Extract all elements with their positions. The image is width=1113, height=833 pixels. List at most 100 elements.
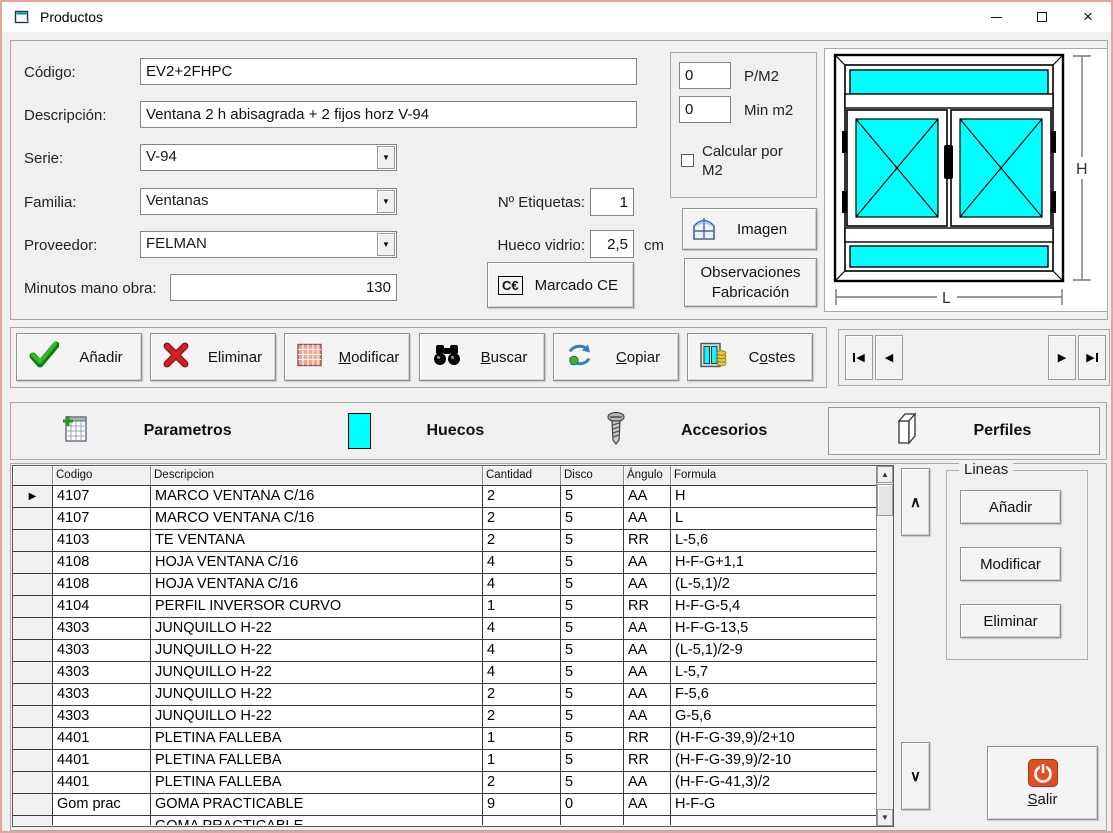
- codigo-input[interactable]: [140, 58, 637, 85]
- table-cell[interactable]: 9: [483, 794, 561, 815]
- table-cell[interactable]: 4108: [53, 552, 151, 573]
- row-indicator[interactable]: [13, 794, 53, 815]
- table-cell[interactable]: 4303: [53, 618, 151, 639]
- table-cell[interactable]: AA: [624, 618, 671, 639]
- table-row[interactable]: 4303JUNQUILLO H-2245AA(L-5,1)/2-9: [13, 640, 893, 662]
- table-cell[interactable]: MARCO VENTANA C/16: [151, 508, 483, 529]
- table-cell[interactable]: JUNQUILLO H-22: [151, 640, 483, 661]
- table-cell[interactable]: 4401: [53, 750, 151, 771]
- table-row[interactable]: 4103TE VENTANA25RRL-5,6: [13, 530, 893, 552]
- row-indicator[interactable]: [13, 706, 53, 727]
- table-cell[interactable]: H: [671, 486, 877, 507]
- table-cell[interactable]: 5: [561, 574, 624, 595]
- table-cell[interactable]: (L-5,1)/2-9: [671, 640, 877, 661]
- table-cell[interactable]: 5: [561, 706, 624, 727]
- hueco-vidrio-input[interactable]: [590, 230, 634, 258]
- table-row[interactable]: 4303JUNQUILLO H-2245AAH-F-G-13,5: [13, 618, 893, 640]
- table-cell[interactable]: F-5,6: [671, 684, 877, 705]
- table-row[interactable]: 4401PLETINA FALLEBA25AA(H-F-G-41,3)/2: [13, 772, 893, 794]
- row-indicator[interactable]: [13, 772, 53, 793]
- table-cell[interactable]: 2: [483, 706, 561, 727]
- table-cell[interactable]: PLETINA FALLEBA: [151, 772, 483, 793]
- table-cell[interactable]: RR: [624, 596, 671, 617]
- table-cell[interactable]: (H-F-G-39,9)/2+10: [671, 728, 877, 749]
- eliminar-button[interactable]: Eliminar: [150, 333, 276, 381]
- row-indicator[interactable]: [13, 574, 53, 595]
- table-cell[interactable]: 4303: [53, 684, 151, 705]
- table-cell[interactable]: 4401: [53, 728, 151, 749]
- table-cell[interactable]: 4: [483, 618, 561, 639]
- table-row[interactable]: 4107MARCO VENTANA C/1625AAL: [13, 508, 893, 530]
- table-cell[interactable]: JUNQUILLO H-22: [151, 684, 483, 705]
- grid-vertical-scrollbar[interactable]: ▲ ▼: [876, 466, 893, 826]
- table-row[interactable]: 4401PLETINA FALLEBA15RR(H-F-G-39,9)/2+10: [13, 728, 893, 750]
- imagen-button[interactable]: Imagen: [682, 208, 817, 250]
- table-cell[interactable]: 4303: [53, 706, 151, 727]
- nav-prev-button[interactable]: ◀: [875, 335, 903, 380]
- table-cell[interactable]: 4303: [53, 662, 151, 683]
- costes-button[interactable]: Costes: [687, 333, 813, 381]
- modificar-button[interactable]: Modificar: [284, 333, 410, 381]
- table-cell[interactable]: AA: [624, 684, 671, 705]
- table-cell[interactable]: 5: [561, 552, 624, 573]
- table-cell[interactable]: 2: [483, 530, 561, 551]
- lineas-anadir-button[interactable]: Añadir: [960, 490, 1061, 524]
- chevron-down-icon[interactable]: ▼: [377, 190, 395, 213]
- table-row[interactable]: 4303JUNQUILLO H-2225AAF-5,6: [13, 684, 893, 706]
- table-cell[interactable]: [483, 816, 561, 825]
- table-cell[interactable]: 5: [561, 508, 624, 529]
- table-row[interactable]: 4303JUNQUILLO H-2225AAG-5,6: [13, 706, 893, 728]
- table-cell[interactable]: L-5,6: [671, 530, 877, 551]
- table-cell[interactable]: 4401: [53, 772, 151, 793]
- table-cell[interactable]: [53, 816, 151, 825]
- tab-accesorios[interactable]: Accesorios: [552, 403, 822, 459]
- table-row[interactable]: 4401PLETINA FALLEBA15RR(H-F-G-39,9)/2-10: [13, 750, 893, 772]
- table-cell[interactable]: 2: [483, 486, 561, 507]
- table-cell[interactable]: 2: [483, 684, 561, 705]
- chevron-down-icon[interactable]: ▼: [377, 146, 395, 169]
- table-cell[interactable]: (H-F-G-39,9)/2-10: [671, 750, 877, 771]
- row-indicator[interactable]: [13, 816, 53, 825]
- titlebar[interactable]: Productos ×: [2, 2, 1111, 32]
- minimize-button[interactable]: [973, 2, 1019, 32]
- row-down-button[interactable]: ∨: [901, 742, 930, 810]
- table-cell[interactable]: H-F-G+1,1: [671, 552, 877, 573]
- scrollbar-thumb[interactable]: [877, 484, 893, 516]
- table-cell[interactable]: 5: [561, 684, 624, 705]
- table-cell[interactable]: 1: [483, 596, 561, 617]
- row-indicator[interactable]: [13, 662, 53, 683]
- table-cell[interactable]: Gom prac: [53, 794, 151, 815]
- scroll-down-arrow-icon[interactable]: ▼: [877, 809, 893, 826]
- etiquetas-input[interactable]: [590, 188, 634, 216]
- table-cell[interactable]: JUNQUILLO H-22: [151, 662, 483, 683]
- row-indicator[interactable]: [13, 684, 53, 705]
- table-cell[interactable]: 5: [561, 750, 624, 771]
- table-cell[interactable]: TE VENTANA: [151, 530, 483, 551]
- table-cell[interactable]: PLETINA FALLEBA: [151, 750, 483, 771]
- table-cell[interactable]: 4103: [53, 530, 151, 551]
- row-indicator[interactable]: [13, 728, 53, 749]
- row-indicator[interactable]: [13, 618, 53, 639]
- anadir-button[interactable]: Añadir: [16, 333, 142, 381]
- row-indicator[interactable]: [13, 552, 53, 573]
- row-indicator[interactable]: [13, 508, 53, 529]
- table-cell[interactable]: 5: [561, 618, 624, 639]
- marcado-ce-button[interactable]: C€ Marcado CE: [487, 262, 634, 308]
- table-cell[interactable]: 4: [483, 662, 561, 683]
- table-cell[interactable]: AA: [624, 574, 671, 595]
- table-cell[interactable]: HOJA VENTANA C/16: [151, 552, 483, 573]
- row-indicator[interactable]: [13, 640, 53, 661]
- table-cell[interactable]: 5: [561, 530, 624, 551]
- table-cell[interactable]: 5: [561, 728, 624, 749]
- table-cell[interactable]: [671, 816, 877, 825]
- table-row[interactable]: GOMA PRACTICABLE: [13, 816, 893, 825]
- table-cell[interactable]: (L-5,1)/2: [671, 574, 877, 595]
- tab-huecos[interactable]: Huecos: [281, 403, 551, 459]
- familia-combo[interactable]: Ventanas ▼: [140, 188, 397, 215]
- proveedor-combo[interactable]: FELMAN ▼: [140, 231, 397, 258]
- buscar-button[interactable]: Buscar: [419, 333, 545, 381]
- copiar-button[interactable]: Copiar: [553, 333, 679, 381]
- table-cell[interactable]: AA: [624, 794, 671, 815]
- table-cell[interactable]: AA: [624, 486, 671, 507]
- table-cell[interactable]: 4107: [53, 486, 151, 507]
